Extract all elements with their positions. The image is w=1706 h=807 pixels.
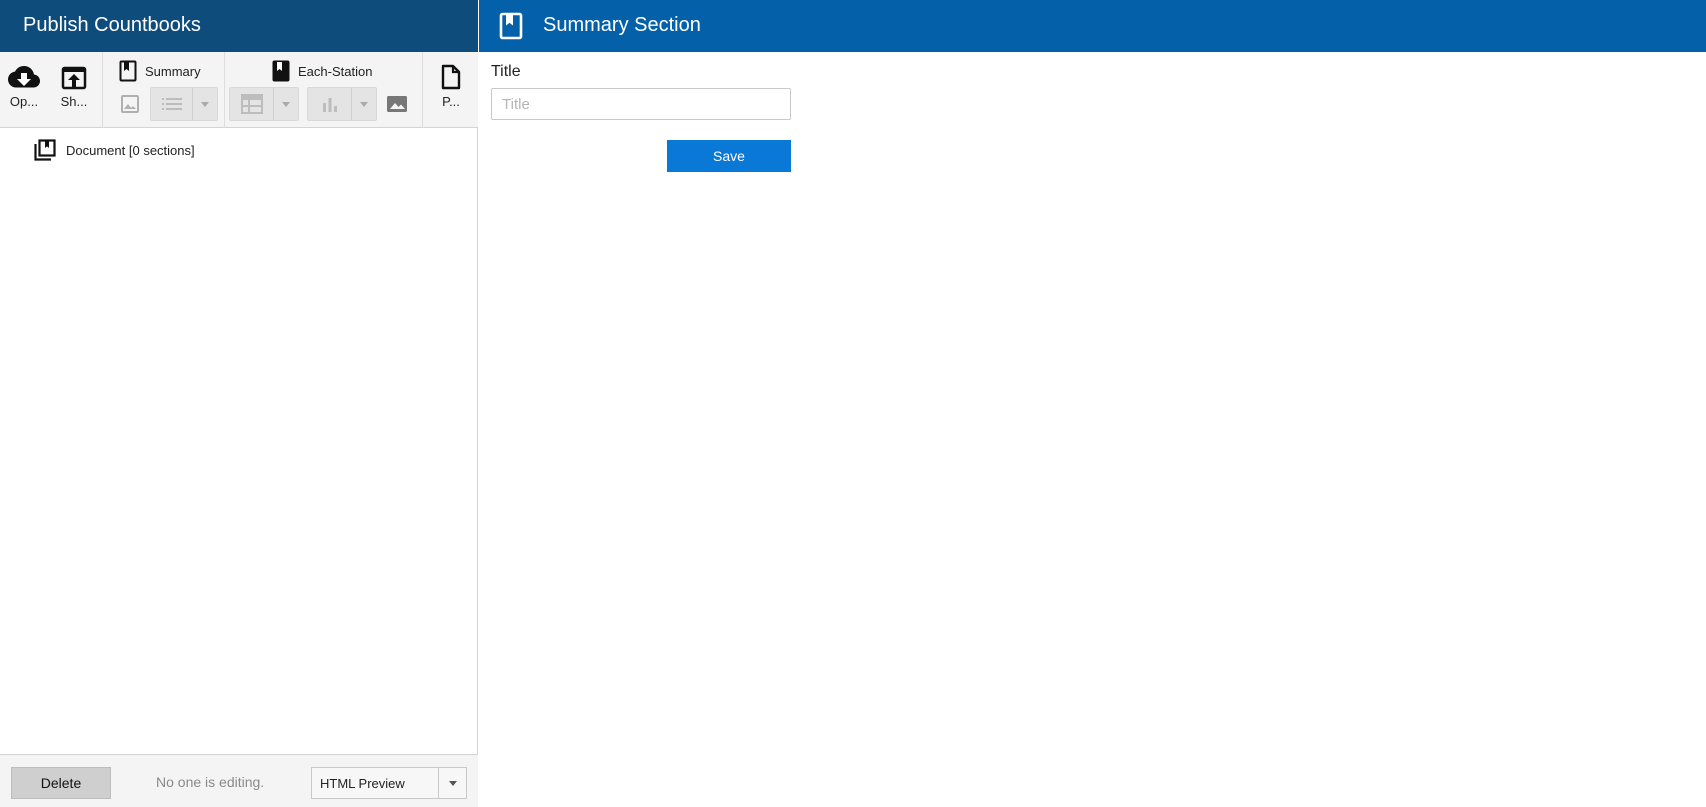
station-chart-dropdown[interactable] [352, 88, 376, 120]
chevron-down-icon [201, 101, 209, 107]
preview-mode-dropdown[interactable] [438, 768, 466, 798]
app-title: Publish Countbooks [23, 14, 201, 36]
station-table-button[interactable] [230, 88, 274, 120]
table-icon [240, 94, 263, 114]
bookmark-icon [119, 60, 137, 82]
each-station-header[interactable]: Each-Station [272, 60, 372, 82]
summary-header[interactable]: Summary [119, 60, 201, 82]
bookmark-icon [272, 60, 290, 82]
toolbar: Op... Sh... Summary Each-Station P... [0, 52, 478, 128]
publish-button[interactable]: P... [436, 64, 466, 109]
bar-chart-icon [322, 98, 337, 112]
open-button[interactable]: Op... [6, 64, 42, 109]
image-icon [387, 96, 407, 112]
list-icon [161, 98, 182, 110]
left-header: Publish Countbooks [0, 0, 478, 52]
share-label: Sh... [60, 94, 88, 109]
station-table-dropdown[interactable] [274, 88, 298, 120]
title-input[interactable] [491, 88, 791, 120]
delete-button[interactable]: Delete [11, 767, 111, 799]
open-label: Op... [9, 94, 39, 109]
toolbar-file-group: Op... Sh... [0, 52, 103, 128]
preview-mode-select[interactable]: HTML Preview [311, 767, 467, 799]
summary-list-dropdown[interactable] [193, 88, 217, 120]
chevron-down-icon [282, 101, 290, 107]
app: Publish Countbooks Op... Sh... Summary E… [0, 0, 1706, 807]
document-icon [441, 64, 461, 90]
open-in-browser-icon [61, 66, 87, 90]
summary-image-button[interactable] [118, 92, 142, 116]
summary-list-split-button[interactable] [150, 87, 218, 121]
toolbar-summary-group: Summary [103, 52, 225, 128]
document-label: Document [0 sections] [66, 142, 195, 158]
tree-item-document[interactable]: Document [0 sections] [34, 139, 195, 161]
station-image-button[interactable] [385, 92, 409, 116]
section-header-icon-wrap [499, 12, 523, 45]
summary-list-button[interactable] [151, 88, 193, 120]
cloud-download-icon [8, 66, 40, 88]
right-header: Summary Section [479, 0, 1706, 52]
footer: Delete No one is editing. HTML Preview [0, 754, 478, 807]
chevron-down-icon [448, 780, 457, 786]
summary-label: Summary [145, 63, 201, 79]
editing-status: No one is editing. [156, 774, 265, 790]
left-panel: Publish Countbooks Op... Sh... Summary E… [0, 0, 478, 807]
station-table-split-button[interactable] [229, 87, 299, 121]
publish-label: P... [442, 94, 460, 109]
section-tree: Document [0 sections] [0, 128, 478, 754]
station-chart-button[interactable] [308, 88, 352, 120]
chevron-down-icon [360, 101, 368, 107]
save-button[interactable]: Save [667, 140, 791, 172]
library-books-icon [34, 139, 56, 161]
title-label: Title [491, 63, 521, 80]
bookmark-icon [499, 12, 523, 40]
image-icon [121, 95, 139, 113]
section-form: Title Save [491, 63, 791, 172]
toolbar-each-station-group: Each-Station [225, 52, 423, 128]
preview-mode-value: HTML Preview [320, 775, 405, 791]
each-station-label: Each-Station [298, 63, 373, 79]
section-title: Summary Section [543, 14, 701, 36]
station-chart-split-button[interactable] [307, 87, 377, 121]
share-button[interactable]: Sh... [56, 66, 92, 109]
